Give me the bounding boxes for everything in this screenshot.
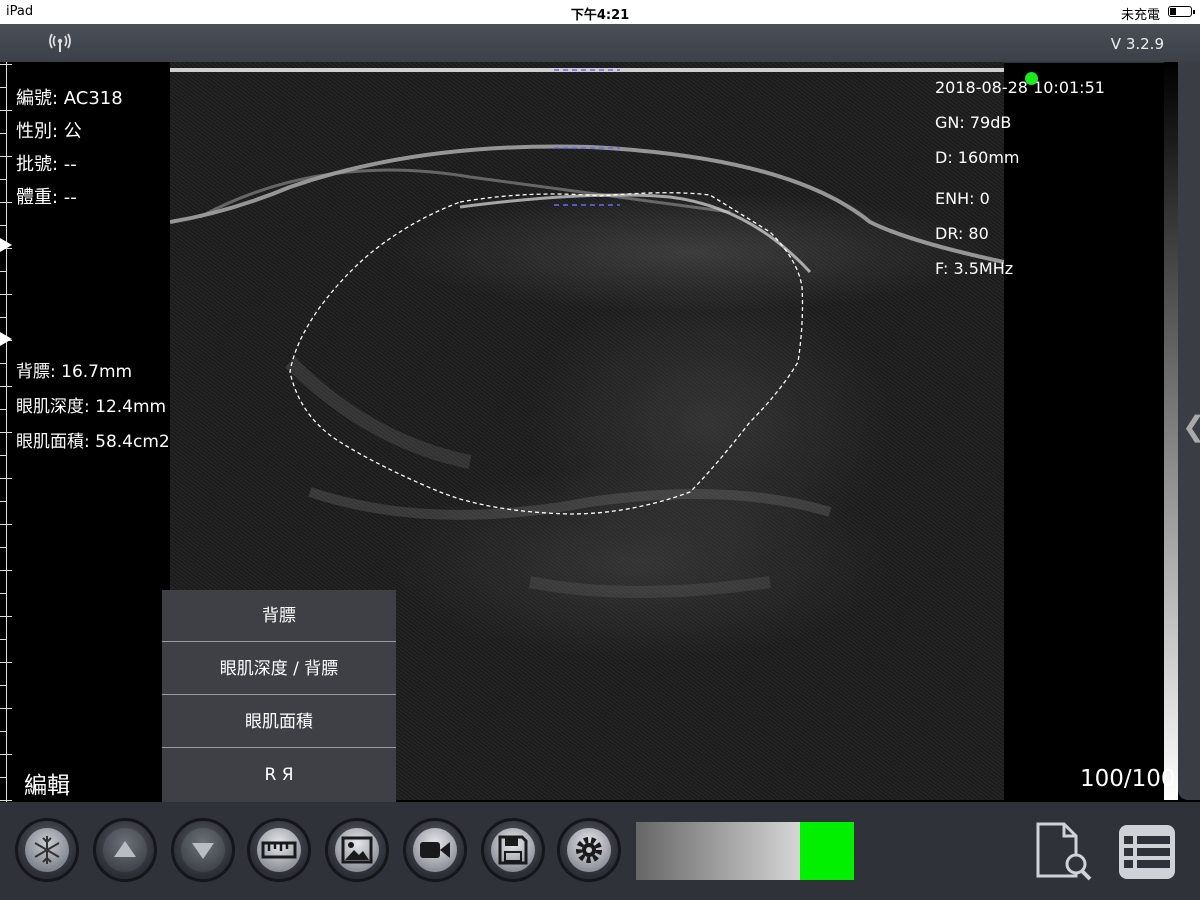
- depth-ruler: [0, 62, 14, 802]
- focus-marker-upper[interactable]: [0, 238, 12, 252]
- video-camera-icon: [420, 842, 450, 858]
- live-indicator-dot: [1025, 72, 1038, 85]
- dynamic-range-value: DR: 80: [935, 224, 989, 243]
- down-button[interactable]: [171, 818, 235, 882]
- patient-batch: 批號: --: [16, 154, 77, 175]
- patient-sex: 性別: 公: [16, 121, 82, 142]
- gain-value: GN: 79dB: [935, 113, 1012, 132]
- freeze-button[interactable]: [15, 818, 79, 882]
- scan-datetime: 2018-08-28 10:01:51: [935, 78, 1105, 97]
- list-icon[interactable]: [1116, 822, 1178, 882]
- chevron-left-icon[interactable]: ❮: [1182, 410, 1200, 443]
- menu-item-reset[interactable]: R Я: [162, 749, 396, 801]
- app-version: V 3.2.9: [1110, 35, 1164, 53]
- ruler-icon: [261, 841, 297, 859]
- frequency-value: F: 3.5MHz: [935, 259, 1014, 278]
- status-bar: iPad 下午4:21 未充電: [0, 0, 1200, 24]
- charging-status: 未充電: [1120, 8, 1160, 23]
- document-search-icon[interactable]: [1032, 820, 1096, 882]
- image-icon: [341, 836, 373, 864]
- measure-button[interactable]: [247, 818, 311, 882]
- measurement-menu: 背膘 眼肌深度 / 背膘 眼肌面積 R Я: [162, 590, 396, 802]
- up-arrow-icon: [114, 841, 136, 857]
- focus-marker-lower[interactable]: [0, 332, 12, 346]
- patient-id: 編號: AC318: [16, 88, 123, 109]
- grayscale-bar: [1164, 62, 1178, 800]
- loin-area-outline: [289, 192, 804, 515]
- enhance-value: ENH: 0: [935, 189, 990, 208]
- gain-slider-handle[interactable]: [800, 822, 854, 880]
- patient-weight: 體重: --: [16, 187, 77, 208]
- down-arrow-icon: [192, 843, 214, 859]
- save-icon: [498, 835, 528, 865]
- loin-area-measurement: 眼肌面積: 58.4cm2: [16, 432, 170, 452]
- battery-icon: [1168, 6, 1195, 17]
- depth-value: D: 160mm: [935, 148, 1020, 167]
- gain-slider[interactable]: [636, 822, 800, 880]
- menu-item-loin-depth-backfat[interactable]: 眼肌深度 / 背膘: [162, 643, 396, 695]
- video-button[interactable]: [403, 818, 467, 882]
- menu-item-loin-area[interactable]: 眼肌面積: [162, 696, 396, 748]
- clock: 下午4:21: [570, 8, 630, 23]
- wireless-signal-icon: [49, 33, 71, 52]
- menu-item-backfat[interactable]: 背膘: [162, 590, 396, 642]
- backfat-measurement: 背膘: 16.7mm: [16, 362, 133, 382]
- settings-button[interactable]: [557, 818, 621, 882]
- gear-icon: [576, 837, 602, 863]
- app-header: V 3.2.9: [0, 24, 1200, 63]
- up-button[interactable]: [93, 818, 157, 882]
- image-button[interactable]: [325, 818, 389, 882]
- save-button[interactable]: [481, 818, 545, 882]
- loin-depth-measurement: 眼肌深度: 12.4mm: [16, 397, 167, 417]
- freeze-icon: [34, 836, 60, 864]
- frame-counter: 100/100: [1080, 766, 1176, 792]
- edit-label[interactable]: 編輯: [24, 766, 70, 800]
